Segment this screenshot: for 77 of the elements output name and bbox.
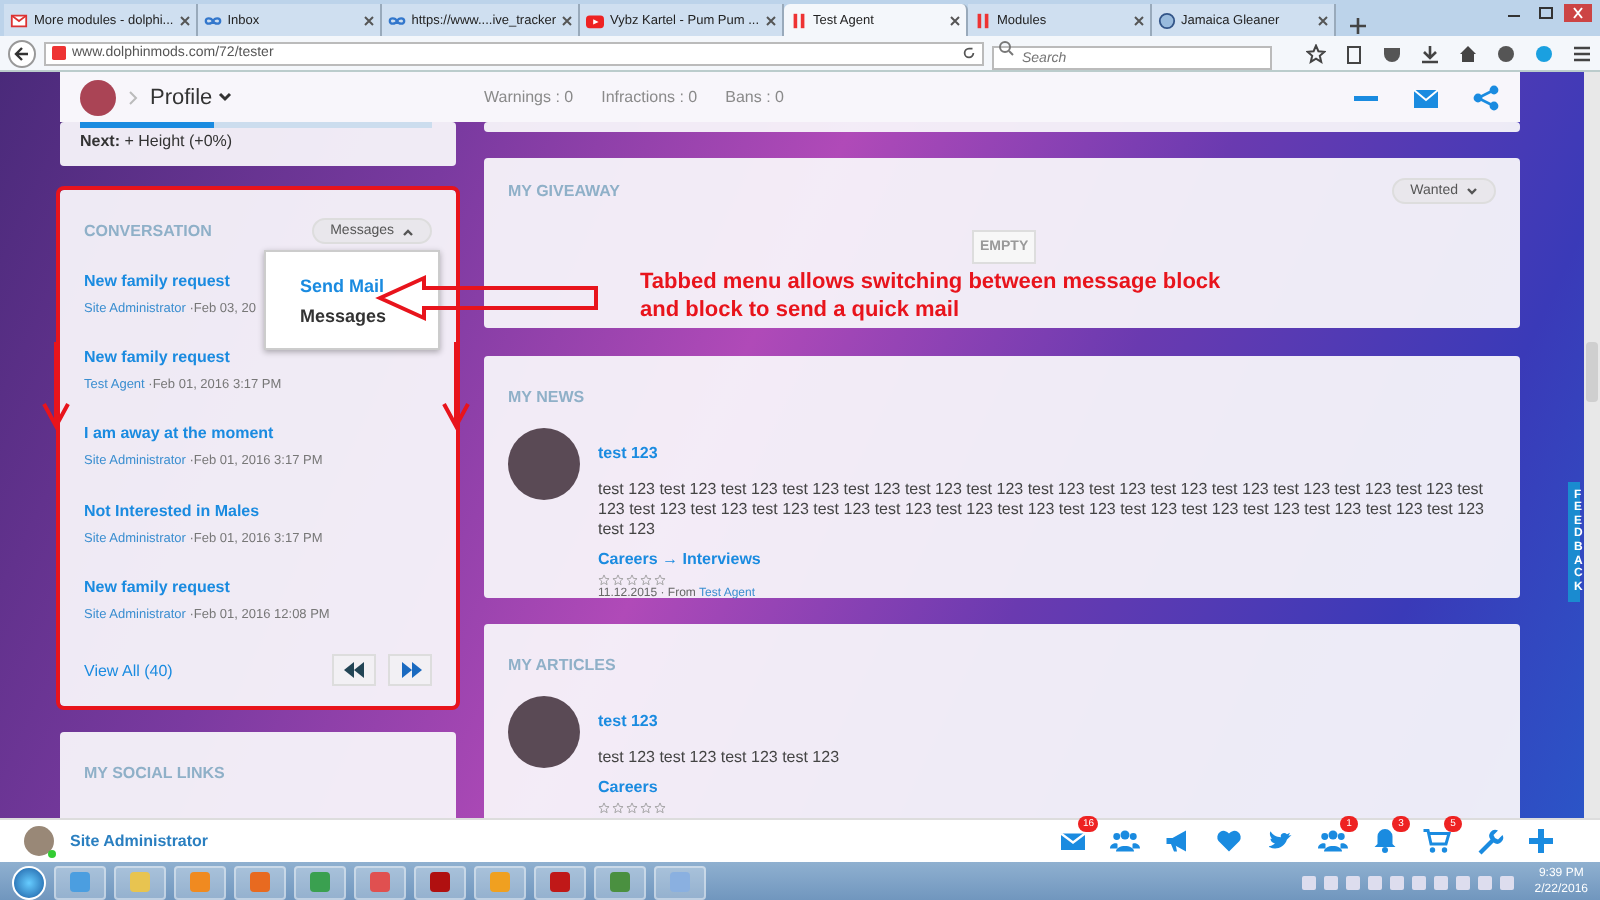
annotation-arrow: [42, 340, 70, 431]
photo-placeholder: [508, 428, 580, 500]
stat-label: Infractions : 0: [601, 88, 698, 106]
globe-icon: [1157, 11, 1176, 29]
card-title: MY ARTICLES: [508, 656, 616, 674]
photo-placeholder: [508, 696, 580, 768]
user-name[interactable]: Site Administrator: [70, 832, 209, 850]
card-title: MY GIVEAWAY: [508, 182, 621, 200]
previous-button[interactable]: [332, 654, 376, 687]
infinity-icon: [387, 11, 406, 29]
stat-label: Bans : 0: [725, 88, 784, 106]
message-subject[interactable]: Not Interested in Males: [84, 501, 432, 520]
taskbar-app-icon[interactable]: [534, 865, 586, 899]
close-tab-icon[interactable]: [179, 15, 190, 25]
close-tab-icon[interactable]: [363, 15, 374, 25]
close-tab-icon[interactable]: [1317, 15, 1328, 25]
close-tab-icon[interactable]: [561, 15, 572, 25]
bars-icon: [973, 11, 992, 29]
profile-menu[interactable]: Profile: [150, 85, 233, 109]
taskbar-app-icon[interactable]: [414, 865, 466, 899]
avatar: [80, 79, 116, 115]
infinity-icon: [203, 11, 222, 29]
wrench-icon[interactable]: [1474, 826, 1504, 856]
megaphone-icon[interactable]: [1162, 826, 1192, 856]
close-tab-icon[interactable]: [1133, 15, 1144, 25]
rewind-icon: [343, 662, 365, 679]
back-button[interactable]: [8, 39, 36, 67]
star-icon[interactable]: [1306, 43, 1326, 63]
home-icon[interactable]: [1458, 43, 1478, 63]
category-link[interactable]: Careers: [598, 778, 658, 796]
card-title: MY SOCIAL LINKS: [84, 764, 225, 782]
chevron-down-icon: [218, 92, 233, 102]
envelope-icon: [10, 11, 28, 29]
annotation-text: Tabbed menu allows switching between message block and block to send a quick mail: [640, 268, 1223, 324]
taskbar-app-icon[interactable]: [234, 865, 286, 899]
view-all-link[interactable]: View All (40): [84, 661, 173, 680]
close-tab-icon[interactable]: [949, 15, 960, 25]
download-icon[interactable]: [1420, 43, 1440, 63]
card-title: CONVERSATION: [84, 222, 212, 240]
close-tab-icon[interactable]: [765, 15, 776, 25]
heart-icon[interactable]: [1214, 826, 1244, 856]
taskbar-app-icon[interactable]: [354, 865, 406, 899]
message-subject[interactable]: I am away at the moment: [84, 424, 432, 443]
chevron-up-icon: [402, 227, 414, 235]
next-level-text: Next: + Height (+0%): [80, 132, 235, 150]
group-icon[interactable]: [1110, 826, 1140, 856]
message-subject[interactable]: New family request: [84, 348, 432, 367]
fast-forward-icon: [399, 662, 421, 679]
next-button[interactable]: [388, 654, 432, 687]
menu-item[interactable]: Send Mail: [300, 275, 385, 295]
share-icon[interactable]: [1472, 83, 1500, 111]
message-subject[interactable]: New family request: [84, 577, 432, 596]
taskbar-app-icon[interactable]: [294, 865, 346, 899]
stat-label: Warnings : 0: [484, 88, 574, 106]
group-icon[interactable]: [1318, 826, 1348, 856]
chevron-down-icon: [1466, 187, 1478, 195]
online-dot: [48, 850, 56, 858]
play-icon: [585, 11, 604, 29]
scrollbar-thumb[interactable]: [1586, 342, 1598, 402]
bell-icon[interactable]: [1370, 826, 1400, 856]
annotation-arrow: [442, 340, 470, 431]
cart-icon[interactable]: [1422, 826, 1452, 856]
chevron-icon: [128, 89, 138, 105]
close-icon[interactable]: [1564, 4, 1592, 22]
back-arrow-icon: [14, 45, 30, 61]
news-title[interactable]: test 123: [598, 444, 1496, 462]
plus-icon[interactable]: [1526, 826, 1556, 856]
menu-item[interactable]: Messages: [300, 305, 387, 325]
menu-icon[interactable]: [1572, 43, 1592, 63]
article-text: test 123 test 123 test 123 test 123: [598, 748, 842, 768]
article-title[interactable]: test 123: [598, 712, 1496, 730]
taskbar-app-icon[interactable]: [594, 865, 646, 899]
category-link[interactable]: Careers → Interviews: [598, 550, 761, 568]
bars-icon: [789, 11, 808, 29]
news-text: test 123 test 123 test 123 test 123 test 123 test 123 test 123 test 123 test 123 test 123 test 123 test 123 test 123 test 123 test 123 test 123 test 123 test 123 test 123 test 123 test 123 test 123 test 123 test 123 test 123 test 123 test 123 test 123 test 123 test 123: [598, 480, 1486, 540]
start-button[interactable]: [12, 865, 46, 899]
card-title: MY NEWS: [508, 388, 585, 406]
